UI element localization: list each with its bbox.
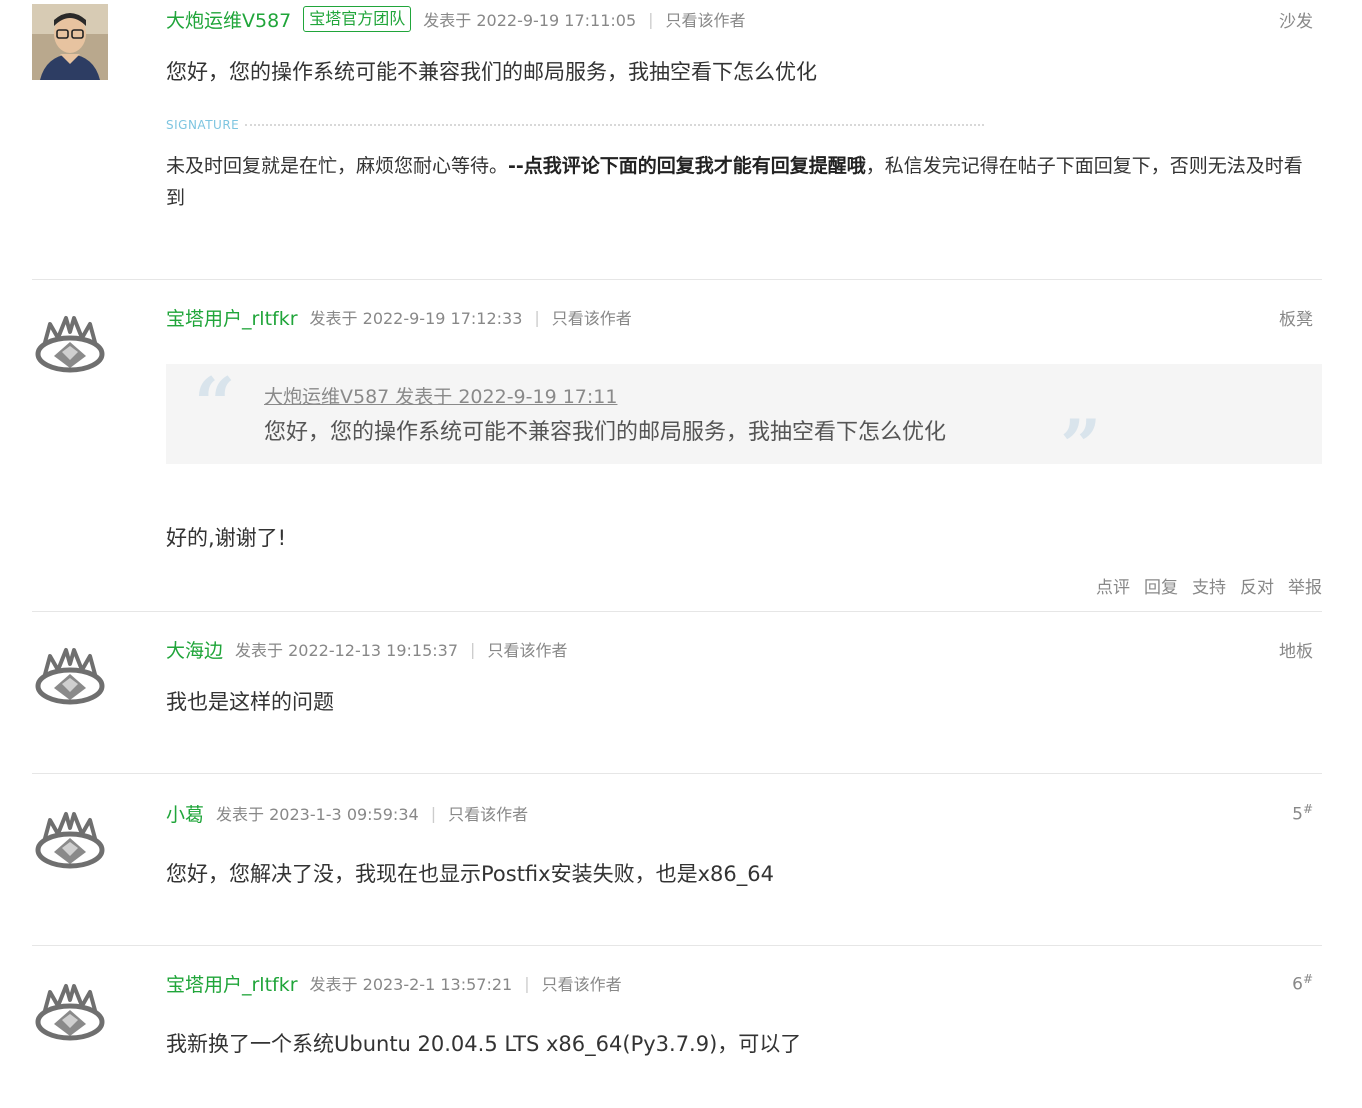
oppose-button[interactable]: 反对 [1240, 573, 1274, 598]
report-button[interactable]: 举报 [1288, 573, 1322, 598]
post-3: 大海边 发表于 2022-12-13 19:15:37 | 只看该作者 地板 我… [32, 612, 1322, 774]
only-author-link[interactable]: 只看该作者 [666, 7, 746, 31]
author-name[interactable]: 宝塔用户_rltfkr [166, 304, 298, 331]
floor-hash: # [1302, 801, 1313, 816]
post-time: 发表于 2022-9-19 17:11:05 [423, 11, 637, 30]
signature-divider [245, 124, 984, 126]
signature-text-start: 未及时回复就是在忙，麻烦您耐心等待。 [166, 155, 509, 177]
official-team-badge: 宝塔官方团队 [303, 6, 412, 32]
only-author-link[interactable]: 只看该作者 [542, 971, 622, 995]
post-content: 您好，您解决了没，我现在也显示Postfix安装失败，也是x86_64 [166, 862, 774, 886]
post-content: 我也是这样的问题 [166, 690, 334, 714]
post-meta: 小葛 发表于 2023-1-3 09:59:34 | 只看该作者 5# [166, 800, 1313, 827]
author-avatar[interactable] [32, 302, 108, 378]
support-button[interactable]: 支持 [1192, 573, 1226, 598]
post-4: 小葛 发表于 2023-1-3 09:59:34 | 只看该作者 5# 您好，您… [32, 774, 1322, 946]
only-author-link[interactable]: 只看该作者 [448, 801, 528, 825]
post-time: 发表于 2022-12-13 19:15:37 [235, 641, 459, 660]
quote-source-link[interactable]: 大炮运维V587 发表于 2022-9-19 17:11 [264, 382, 617, 409]
person-photo-icon [32, 4, 108, 80]
baota-crown-icon [35, 984, 105, 1041]
author-avatar[interactable] [32, 798, 108, 874]
post-content: 您好，您的操作系统可能不兼容我们的邮局服务，我抽空看下怎么优化 [166, 60, 817, 84]
post-content: 我新换了一个系统Ubuntu 20.04.5 LTS x86_64(Py3.7.… [166, 1032, 802, 1056]
separator: | [470, 639, 476, 659]
post-5: 宝塔用户_rltfkr 发表于 2023-2-1 13:57:21 | 只看该作… [32, 946, 1322, 1108]
author-avatar[interactable] [32, 4, 108, 80]
floor-number-value: 5 [1292, 804, 1303, 825]
post-2: 宝塔用户_rltfkr 发表于 2022-9-19 17:12:33 | 只看该… [32, 280, 1322, 612]
post-meta: 宝塔用户_rltfkr 发表于 2023-2-1 13:57:21 | 只看该作… [166, 970, 1313, 997]
post-time: 发表于 2023-1-3 09:59:34 [216, 805, 419, 824]
quote-text: 您好，您的操作系统可能不兼容我们的邮局服务，我抽空看下怎么优化 [264, 420, 947, 445]
post-meta: 宝塔用户_rltfkr 发表于 2022-9-19 17:12:33 | 只看该… [166, 304, 1313, 331]
floor-number[interactable]: 地板 [1279, 637, 1313, 662]
floor-number[interactable]: 5# [1292, 802, 1313, 825]
open-quote-icon: “ [194, 361, 236, 446]
baota-crown-icon [35, 812, 105, 869]
signature-bold-link[interactable]: --点我评论下面的回复我才能有回复提醒哦 [508, 155, 866, 177]
post-1: 大炮运维V587 宝塔官方团队 发表于 2022-9-19 17:11:05 |… [32, 0, 1322, 280]
signature-label: SIGNATURE [166, 118, 240, 132]
post-meta: 大海边 发表于 2022-12-13 19:15:37 | 只看该作者 地板 [166, 636, 1313, 663]
floor-number[interactable]: 板凳 [1279, 305, 1313, 330]
floor-number-value: 6 [1292, 974, 1303, 995]
signature-header: SIGNATURE [166, 117, 984, 133]
reply-button[interactable]: 回复 [1144, 573, 1178, 598]
author-name[interactable]: 宝塔用户_rltfkr [166, 970, 298, 997]
separator: | [430, 803, 437, 823]
post-meta: 大炮运维V587 宝塔官方团队 发表于 2022-9-19 17:11:05 |… [166, 6, 1313, 33]
post-actions: 点评 回复 支持 反对 举报 [1082, 573, 1322, 598]
comment-button[interactable]: 点评 [1096, 573, 1130, 598]
post-time: 发表于 2022-9-19 17:12:33 [309, 309, 523, 328]
author-name[interactable]: 大炮运维V587 [166, 6, 291, 33]
baota-crown-icon [35, 648, 105, 705]
close-quote-icon: ” [1060, 403, 1102, 488]
only-author-link[interactable]: 只看该作者 [487, 637, 567, 661]
author-name[interactable]: 小葛 [166, 800, 204, 827]
author-avatar[interactable] [32, 634, 108, 710]
signature-text: 未及时回复就是在忙，麻烦您耐心等待。--点我评论下面的回复我才能有回复提醒哦，私… [166, 150, 1316, 214]
post-content: 好的,谢谢了! [166, 526, 287, 550]
separator: | [524, 973, 530, 993]
separator: | [534, 307, 540, 327]
baota-crown-icon [35, 316, 105, 373]
author-name[interactable]: 大海边 [166, 636, 223, 663]
floor-number[interactable]: 沙发 [1279, 7, 1313, 32]
separator: | [648, 9, 654, 29]
author-avatar[interactable] [32, 970, 108, 1046]
post-time: 发表于 2023-2-1 13:57:21 [309, 975, 513, 994]
quote-block: “ 大炮运维V587 发表于 2022-9-19 17:11 您好，您的操作系统… [166, 361, 1322, 482]
floor-number[interactable]: 6# [1292, 972, 1313, 995]
floor-hash: # [1302, 971, 1313, 986]
only-author-link[interactable]: 只看该作者 [552, 305, 632, 329]
